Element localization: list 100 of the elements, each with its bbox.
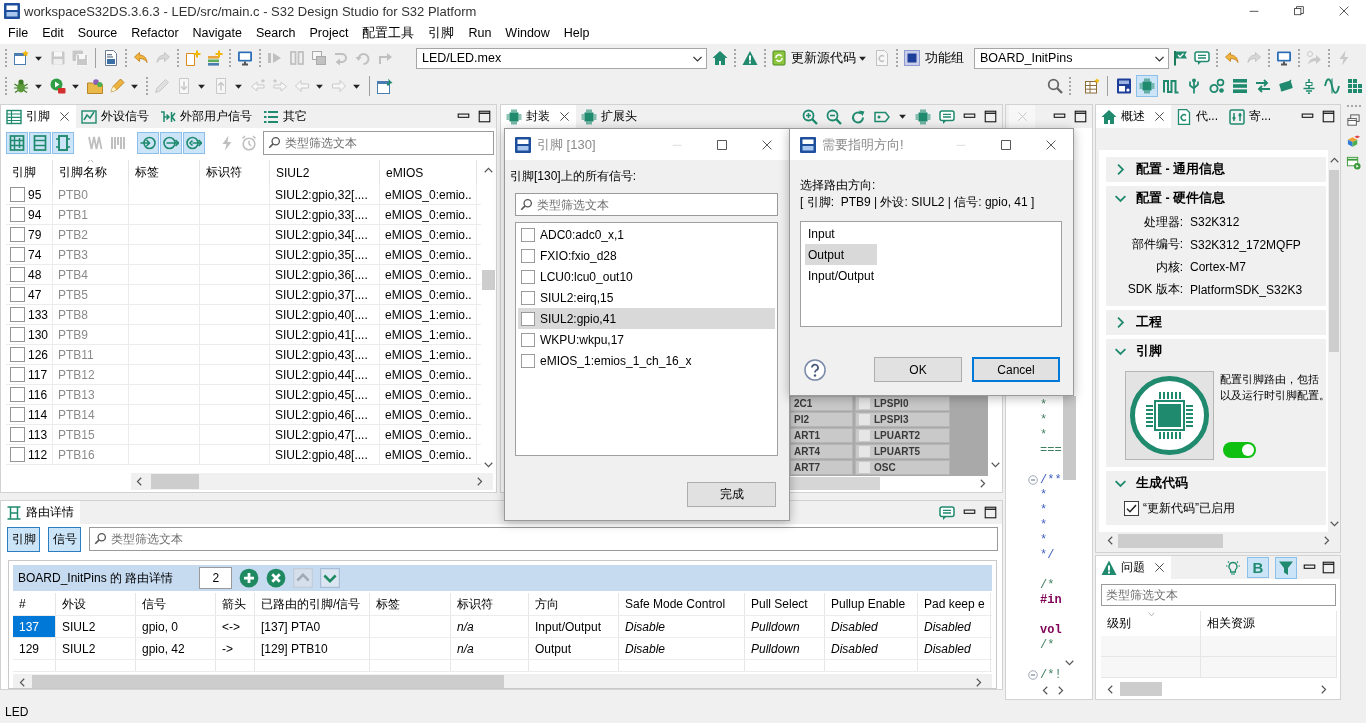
checkbox[interactable] (521, 332, 535, 347)
checkbox[interactable] (10, 287, 25, 302)
search-icon[interactable] (1047, 78, 1063, 94)
zoom-out-icon[interactable] (826, 108, 842, 125)
checkbox[interactable] (10, 447, 25, 462)
checkbox[interactable] (10, 227, 25, 242)
column-header[interactable]: Pull Select (745, 593, 825, 615)
home-icon[interactable] (712, 50, 728, 66)
cancel-button[interactable]: Cancel (972, 357, 1060, 382)
menu-item[interactable]: Refactor (124, 26, 186, 40)
view-tab[interactable]: 外部用户信号 (155, 105, 258, 128)
peripheral-cell[interactable]: PI2 (790, 412, 853, 427)
sine-wave-icon[interactable] (1323, 78, 1340, 94)
restore-window-icon[interactable] (1346, 113, 1361, 128)
chip-illustration[interactable] (1125, 371, 1214, 460)
view-tab[interactable]: 路由详情 (1, 501, 80, 524)
column-header[interactable]: Pullup Enable (825, 593, 918, 615)
section-header[interactable]: 工程 (1106, 310, 1326, 335)
peripheral-cell[interactable]: ART1 (790, 428, 853, 443)
sort-caret-icon[interactable] (1147, 611, 1156, 618)
close-icon[interactable] (59, 111, 70, 122)
list-item[interactable]: Input/Output (805, 265, 878, 286)
chip-icon[interactable] (904, 50, 920, 66)
list-item[interactable]: Input (805, 223, 878, 244)
column-header[interactable]: 标识符 (206, 164, 242, 181)
column-header[interactable]: 标签 (135, 164, 159, 181)
checkbox[interactable] (10, 407, 25, 422)
fold-toggle-icon[interactable] (1028, 669, 1038, 680)
remove-icon[interactable] (266, 568, 287, 588)
close-icon[interactable] (1154, 562, 1165, 573)
view-tab[interactable]: 引脚 (1, 105, 76, 128)
view-tab[interactable]: 代... (1171, 105, 1224, 128)
menu-item[interactable]: Project (302, 26, 356, 40)
checkbox[interactable] (521, 290, 535, 305)
rotate-icon[interactable] (850, 108, 866, 125)
pen-icon[interactable] (109, 78, 125, 94)
filter-icon[interactable] (1275, 556, 1297, 579)
signal-item[interactable]: eMIOS_1:emios_1_ch_16_x (518, 350, 775, 371)
checkbox[interactable] (10, 307, 25, 322)
speech-bubble-icon[interactable] (1194, 50, 1210, 66)
menu-item[interactable]: 引脚 (421, 24, 462, 42)
restore-icon[interactable] (1294, 6, 1304, 16)
warning-icon[interactable] (742, 50, 758, 66)
monitor-icon[interactable] (1276, 50, 1292, 66)
caret-down-icon[interactable] (898, 112, 907, 121)
checkbox[interactable] (10, 187, 25, 202)
lightbulb-icon[interactable] (1225, 559, 1241, 576)
scrollbar-thumb[interactable] (1120, 682, 1162, 696)
checkbox[interactable] (521, 227, 535, 242)
menu-item[interactable]: Source (70, 26, 125, 40)
list-item[interactable]: Output (805, 244, 878, 265)
frame-icon[interactable] (52, 131, 74, 154)
speech-bubble-icon[interactable] (939, 108, 955, 125)
done-button[interactable]: 完成 (687, 482, 776, 507)
checkbox[interactable] (10, 347, 25, 362)
section-header[interactable]: 配置 - 硬件信息 (1106, 186, 1326, 211)
menu-item[interactable]: File (1, 26, 36, 40)
menu-item[interactable]: 配置工具 (355, 24, 422, 42)
peripheral-cell[interactable]: LPSPI3 (855, 412, 950, 427)
document-chip-icon[interactable] (1115, 78, 1132, 94)
view-tab[interactable]: 扩展头 (576, 105, 643, 128)
maximize-icon[interactable] (1322, 561, 1335, 574)
add-icon[interactable] (239, 568, 260, 588)
close-icon[interactable] (762, 139, 772, 150)
filter-field[interactable]: 类型筛选文本 (1101, 584, 1336, 606)
new-file-icon[interactable] (185, 50, 201, 66)
column-header[interactable]: 箭头 (216, 593, 255, 615)
signal-item[interactable]: LCU0:lcu0_out10 (518, 266, 775, 287)
close-icon[interactable] (1046, 139, 1056, 150)
column-header[interactable]: SIUL2 (276, 165, 310, 180)
stack-plus-icon[interactable] (207, 50, 223, 66)
column-header[interactable]: Safe Mode Control (619, 593, 745, 615)
menu-item[interactable]: Help (556, 26, 597, 40)
close-icon[interactable] (1154, 111, 1165, 122)
speech-bubble-icon[interactable] (939, 504, 955, 521)
filter-field[interactable]: 类型筛选文本 (515, 193, 778, 216)
view-tab[interactable]: 其它 (258, 105, 313, 128)
cubes-icon[interactable] (1346, 134, 1361, 149)
peripheral-cell[interactable]: LPUART2 (855, 428, 950, 443)
filter-field[interactable]: 类型筛选文本 (263, 130, 494, 155)
view-tab[interactable]: 寄... (1224, 105, 1278, 128)
section-header[interactable]: 引脚 (1106, 339, 1326, 364)
circle-arrows-icon[interactable] (183, 131, 205, 154)
grid-icon[interactable] (6, 131, 28, 154)
column-header[interactable]: # (13, 593, 56, 615)
view-tab[interactable]: 封装 (501, 105, 576, 128)
monitor-icon[interactable] (237, 50, 253, 66)
scrollbar-thumb[interactable] (482, 270, 495, 290)
checkbox[interactable] (521, 353, 535, 368)
signal-item[interactable]: SIUL2:eirq,15 (518, 287, 775, 308)
checkbox[interactable] (10, 427, 25, 442)
scrollbar-thumb[interactable] (32, 675, 504, 688)
run-icon[interactable] (50, 78, 66, 94)
fold-toggle-icon[interactable] (1028, 474, 1038, 485)
checkbox[interactable] (10, 207, 25, 222)
menu-item[interactable]: Edit (35, 26, 71, 40)
window-play-icon[interactable] (1346, 155, 1361, 170)
peripheral-cell[interactable]: LPUART5 (855, 444, 950, 459)
chip-icon[interactable] (915, 108, 931, 125)
binary-file-icon[interactable] (103, 50, 119, 66)
